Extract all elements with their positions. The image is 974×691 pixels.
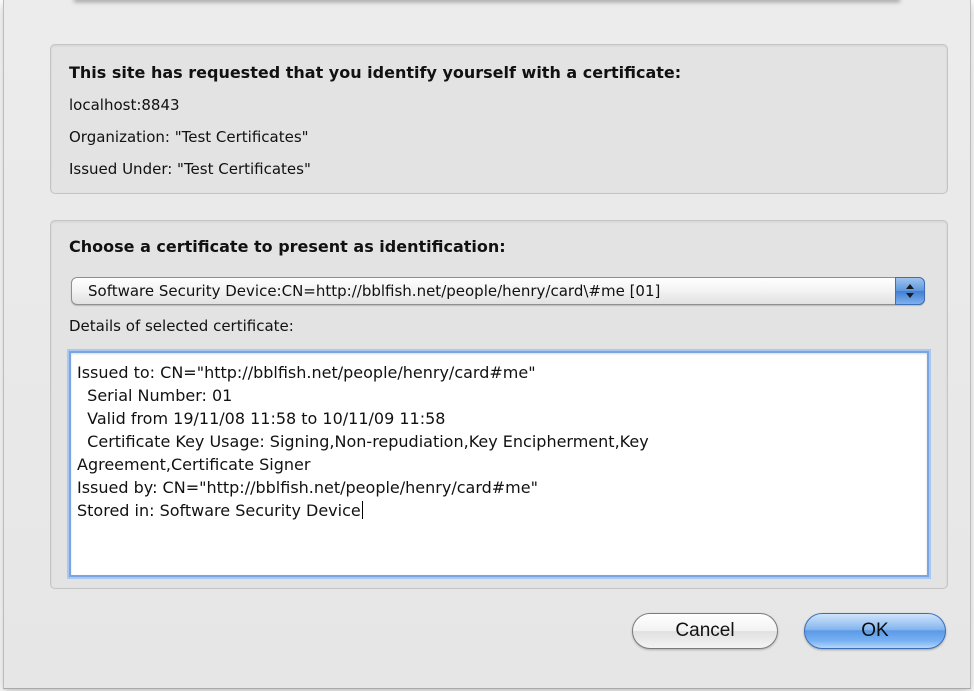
detail-line-key-usage-cont: Agreement,Certificate Signer — [77, 455, 311, 474]
text-caret — [361, 501, 363, 519]
detail-line-serial: Serial Number: 01 — [77, 386, 233, 405]
choose-certificate-group: Choose a certificate to present as ident… — [50, 220, 948, 589]
request-heading: This site has requested that you identif… — [69, 63, 682, 82]
details-label: Details of selected certificate: — [69, 317, 294, 335]
certificate-dialog: This site has requested that you identif… — [3, 0, 971, 689]
certificate-select[interactable]: Software Security Device:CN=http://bblfi… — [71, 277, 925, 305]
updown-arrows-icon — [895, 277, 925, 305]
request-organization: Organization: "Test Certificates" — [69, 128, 309, 146]
certificate-details-textarea[interactable]: Issued to: CN="http://bblfish.net/people… — [69, 351, 929, 577]
detail-line-key-usage: Certificate Key Usage: Signing,Non-repud… — [77, 432, 649, 451]
request-host: localhost:8843 — [69, 96, 180, 114]
request-info-group: This site has requested that you identif… — [50, 44, 948, 194]
detail-line-stored-in: Stored in: Software Security Device — [77, 501, 363, 520]
detail-line-stored-in-text: Stored in: Software Security Device — [77, 501, 361, 520]
detail-line-issued-to: Issued to: CN="http://bblfish.net/people… — [77, 363, 536, 382]
request-issued-under: Issued Under: "Test Certificates" — [69, 160, 311, 178]
ok-button[interactable]: OK — [804, 613, 946, 649]
detail-line-issued-by: Issued by: CN="http://bblfish.net/people… — [77, 478, 538, 497]
detail-line-valid: Valid from 19/11/08 11:58 to 10/11/09 11… — [77, 409, 446, 428]
cancel-button[interactable]: Cancel — [632, 613, 778, 649]
choose-heading: Choose a certificate to present as ident… — [69, 237, 506, 256]
certificate-select-value: Software Security Device:CN=http://bblfi… — [88, 282, 661, 300]
